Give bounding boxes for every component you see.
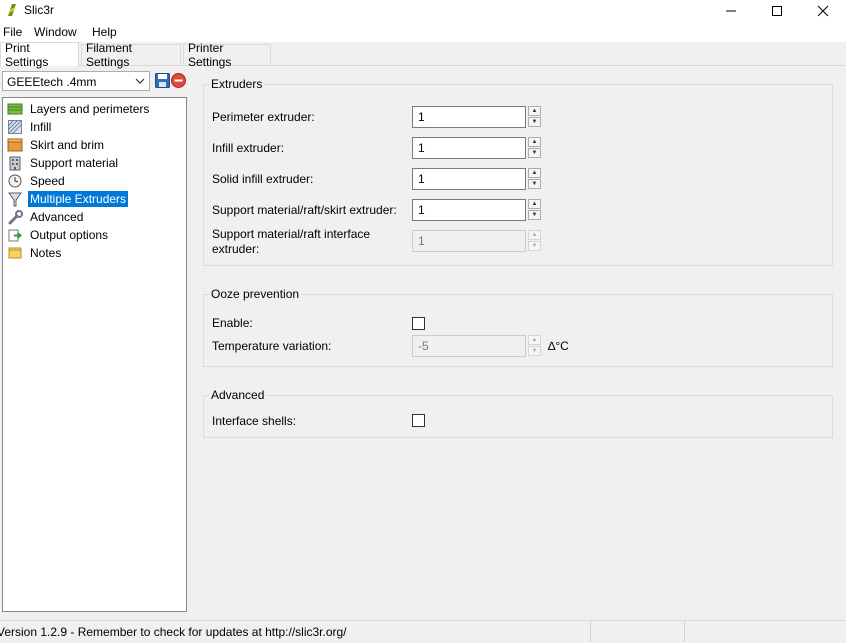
tab-filament-settings[interactable]: Filament Settings xyxy=(81,41,181,69)
status-bar: Version 1.2.9 - Remember to check for up… xyxy=(0,620,846,643)
tree-item-label: Support material xyxy=(30,156,119,170)
window-title: Slic3r xyxy=(24,3,55,17)
infill-extruder-input[interactable]: 1 xyxy=(412,137,526,159)
preset-value: GEEEtech .4mm xyxy=(7,75,97,89)
interface-shells-label: Interface shells: xyxy=(212,414,297,428)
tree-item-label: Skirt and brim xyxy=(30,138,105,152)
tree-item-infill[interactable]: Infill xyxy=(7,118,53,136)
delete-icon xyxy=(171,73,186,88)
temperature-variation-spinner: ▲ ▼ xyxy=(528,335,544,357)
save-icon xyxy=(155,73,170,88)
spin-up-button: ▲ xyxy=(528,230,541,240)
perimeter-extruder-label: Perimeter extruder: xyxy=(212,110,315,124)
spin-up-button: ▲ xyxy=(528,335,541,345)
tree-item-speed[interactable]: Speed xyxy=(7,172,67,190)
tree-item-skirt-and-brim[interactable]: Skirt and brim xyxy=(7,136,106,154)
support-extruder-label: Support material/raft/skirt extruder: xyxy=(212,203,397,217)
tree-item-label: Speed xyxy=(30,174,65,188)
status-text: Version 1.2.9 - Remember to check for up… xyxy=(0,625,347,639)
menu-bar: File Window Help xyxy=(0,22,846,42)
solid-infill-extruder-label: Solid infill extruder: xyxy=(212,172,314,186)
menu-help[interactable]: Help xyxy=(92,25,117,39)
support-interface-extruder-label-line2: extruder: xyxy=(212,242,260,256)
layers-icon xyxy=(7,101,23,117)
save-preset-button[interactable] xyxy=(155,73,170,88)
spin-up-button[interactable]: ▲ xyxy=(528,137,541,147)
delete-preset-button[interactable] xyxy=(171,73,186,88)
ooze-enable-checkbox[interactable] xyxy=(412,317,425,330)
support-extruder-spinner: ▲ ▼ xyxy=(528,199,544,221)
spin-up-button[interactable]: ▲ xyxy=(528,199,541,209)
export-icon xyxy=(7,227,23,243)
maximize-icon xyxy=(772,6,782,16)
title-bar: Slic3r xyxy=(0,0,846,22)
infill-icon xyxy=(7,119,23,135)
infill-extruder-spinner: ▲ ▼ xyxy=(528,137,544,159)
spin-up-button[interactable]: ▲ xyxy=(528,106,541,116)
tree-item-label: Multiple Extruders xyxy=(28,191,129,207)
tree-item-label: Notes xyxy=(30,246,62,260)
infill-extruder-label: Infill extruder: xyxy=(212,141,285,155)
tab-label: Print Settings xyxy=(5,40,49,69)
temperature-variation-input: -5 xyxy=(412,335,526,357)
spin-down-button: ▼ xyxy=(528,241,541,251)
perimeter-extruder-input[interactable]: 1 xyxy=(412,106,526,128)
preset-select[interactable]: GEEEtech .4mm xyxy=(2,71,150,91)
menu-window[interactable]: Window xyxy=(34,25,77,39)
tree-item-layers-and-perimeters[interactable]: Layers and perimeters xyxy=(7,100,151,118)
close-button[interactable] xyxy=(800,0,846,22)
maximize-button[interactable] xyxy=(754,0,800,22)
box-icon xyxy=(7,137,23,153)
settings-tree: Layers and perimeters Infill Skirt and b… xyxy=(2,97,187,612)
building-icon xyxy=(7,155,23,171)
funnel-icon xyxy=(7,191,23,207)
wrench-icon xyxy=(7,209,23,225)
note-icon xyxy=(7,245,23,261)
tree-item-support-material[interactable]: Support material xyxy=(7,154,120,172)
interface-shells-checkbox[interactable] xyxy=(412,414,425,427)
perimeter-extruder-spinner: ▲ ▼ xyxy=(528,106,544,128)
support-interface-extruder-spinner: ▲ ▼ xyxy=(528,230,544,252)
advanced-group xyxy=(203,395,833,438)
tree-item-advanced[interactable]: Advanced xyxy=(7,208,85,226)
status-divider xyxy=(590,621,591,642)
tree-item-label: Output options xyxy=(30,228,109,242)
spin-down-button: ▼ xyxy=(528,346,541,356)
spin-down-button[interactable]: ▼ xyxy=(528,117,541,127)
minimize-button[interactable] xyxy=(708,0,754,22)
support-interface-extruder-input: 1 xyxy=(412,230,526,252)
tree-item-label: Advanced xyxy=(30,210,84,224)
solid-infill-extruder-input[interactable]: 1 xyxy=(412,168,526,190)
spin-down-button[interactable]: ▼ xyxy=(528,210,541,220)
solid-infill-extruder-spinner: ▲ ▼ xyxy=(528,168,544,190)
tree-item-multiple-extruders[interactable]: Multiple Extruders xyxy=(7,190,129,208)
temperature-unit: ∆°C xyxy=(548,339,569,353)
slic3r-logo-icon xyxy=(8,4,16,16)
support-extruder-input[interactable]: 1 xyxy=(412,199,526,221)
support-interface-extruder-label-line1: Support material/raft interface xyxy=(212,227,371,241)
tree-item-notes[interactable]: Notes xyxy=(7,244,63,262)
tab-print-settings[interactable]: Print Settings xyxy=(0,40,79,69)
extruders-group-title: Extruders xyxy=(209,77,265,91)
tree-item-label: Layers and perimeters xyxy=(30,102,150,116)
temperature-variation-label: Temperature variation: xyxy=(212,339,332,353)
ooze-prevention-group-title: Ooze prevention xyxy=(209,287,302,301)
tab-label: Filament Settings xyxy=(86,40,133,69)
spin-down-button[interactable]: ▼ xyxy=(528,148,541,158)
close-icon xyxy=(817,5,829,17)
tab-label: Printer Settings xyxy=(188,40,232,69)
chevron-down-icon xyxy=(135,78,145,84)
minimize-icon xyxy=(726,10,736,12)
clock-icon xyxy=(7,173,23,189)
tree-item-label: Infill xyxy=(30,120,52,134)
menu-file[interactable]: File xyxy=(3,25,22,39)
advanced-group-title: Advanced xyxy=(209,388,267,402)
spin-up-button[interactable]: ▲ xyxy=(528,168,541,178)
spin-down-button[interactable]: ▼ xyxy=(528,179,541,189)
ooze-enable-label: Enable: xyxy=(212,316,253,330)
tab-printer-settings[interactable]: Printer Settings xyxy=(183,41,271,69)
status-divider xyxy=(684,621,685,642)
tree-item-output-options[interactable]: Output options xyxy=(7,226,110,244)
